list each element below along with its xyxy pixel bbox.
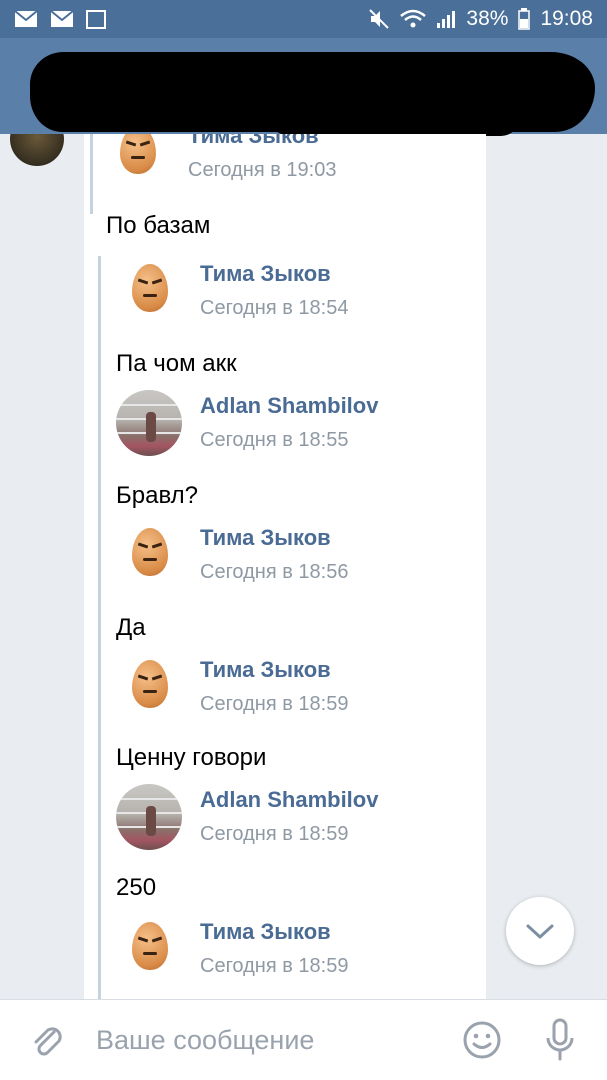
message-text: Бравл? (116, 482, 198, 509)
clock: 19:08 (540, 7, 593, 30)
sender-name[interactable]: Тима Зыков (200, 523, 348, 553)
microphone-icon[interactable] (540, 1018, 580, 1062)
battery-icon (518, 8, 531, 30)
message-list[interactable]: Тима Зыков Сегодня в 19:03 По базам Тима… (0, 134, 607, 999)
sender-name[interactable]: Adlan Shambilov (200, 785, 378, 815)
message-time: Сегодня в 18:59 (200, 955, 349, 977)
message-time: Сегодня в 18:56 (200, 561, 349, 583)
message-text: По базам (106, 212, 211, 239)
message-input[interactable]: Ваше сообщение (96, 1022, 314, 1058)
sender-name[interactable]: Тима Зыков (200, 259, 348, 289)
message-time: Сегодня в 18:59 (200, 693, 349, 715)
mute-icon (369, 9, 390, 29)
forward-indicator (98, 256, 101, 999)
avatar[interactable] (10, 134, 64, 166)
avatar[interactable] (116, 390, 182, 456)
message-text: Да (116, 614, 146, 641)
forwarded-message-header: Тима Зыков Сегодня в 18:59 (116, 654, 348, 720)
avatar[interactable] (116, 522, 182, 588)
message-text: 250 (116, 874, 157, 901)
sender-name[interactable]: Adlan Shambilov (200, 391, 378, 421)
battery-percent: 38% (466, 7, 509, 30)
forward-indicator (90, 134, 93, 214)
notification-icons (14, 9, 106, 29)
avatar[interactable] (116, 784, 182, 850)
forwarded-message-header: Тима Зыков Сегодня в 19:03 (104, 134, 336, 186)
sender-name[interactable]: Тима Зыков (200, 917, 348, 947)
wifi-icon (400, 9, 427, 28)
paperclip-icon[interactable] (28, 1022, 68, 1062)
calendar-icon (86, 10, 106, 29)
mail-icon (14, 10, 38, 27)
scroll-down-button[interactable] (506, 897, 574, 965)
smile-icon[interactable] (462, 1020, 502, 1060)
forwarded-message-header: Adlan Shambilov Сегодня в 18:55 (116, 390, 378, 456)
forwarded-message-header: Тима Зыков Сегодня в 18:54 (116, 258, 348, 324)
forwarded-message-header: Тима Зыков Сегодня в 18:59 (116, 916, 348, 982)
chevron-down-icon (526, 924, 554, 939)
message-time: Сегодня в 19:03 (188, 159, 337, 181)
avatar[interactable] (116, 654, 182, 720)
message-text: Ценну говори (116, 744, 267, 771)
app-bar (0, 38, 607, 136)
forwarded-message-header: Тима Зыков Сегодня в 18:56 (116, 522, 348, 588)
redacted-chat-subtitle (270, 98, 520, 136)
message-time: Сегодня в 18:55 (200, 429, 349, 451)
message-time: Сегодня в 18:54 (200, 297, 349, 319)
sender-name[interactable]: Тима Зыков (188, 134, 336, 151)
status-bar: 38% 19:08 (0, 0, 607, 38)
message-time: Сегодня в 18:59 (200, 823, 349, 845)
mail-icon (50, 10, 74, 27)
avatar[interactable] (104, 134, 170, 186)
message-text: Па чом акк (116, 350, 237, 377)
forwarded-message-header: Adlan Shambilov Сегодня в 18:59 (116, 784, 378, 850)
avatar[interactable] (116, 258, 182, 324)
signal-icon (437, 11, 456, 28)
avatar[interactable] (116, 916, 182, 982)
sender-name[interactable]: Тима Зыков (200, 655, 348, 685)
compose-bar: Ваше сообщение (0, 999, 607, 1080)
